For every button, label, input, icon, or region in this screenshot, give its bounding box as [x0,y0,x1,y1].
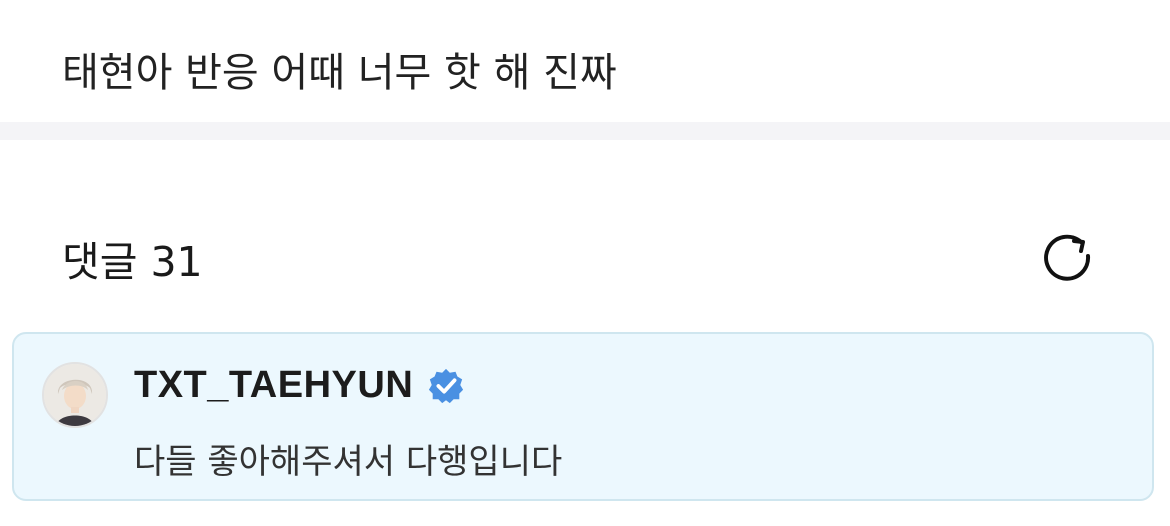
avatar[interactable] [42,362,108,428]
refresh-icon [1044,234,1091,281]
comment-author-name[interactable]: TXT_TAEHYUN [134,364,413,407]
refresh-button[interactable] [1036,226,1100,290]
comments-count-header: 댓글 31 [62,238,203,286]
pinned-comment-card[interactable]: TXT_TAEHYUN 다들 좋아해주셔서 다행입니다 [12,332,1154,501]
comment-text: 다들 좋아해주셔서 다행입니다 [134,442,563,482]
section-divider [0,122,1170,140]
post-text: 태현아 반응 어때 너무 핫 해 진짜 [62,50,617,96]
verified-badge-icon [429,368,464,403]
